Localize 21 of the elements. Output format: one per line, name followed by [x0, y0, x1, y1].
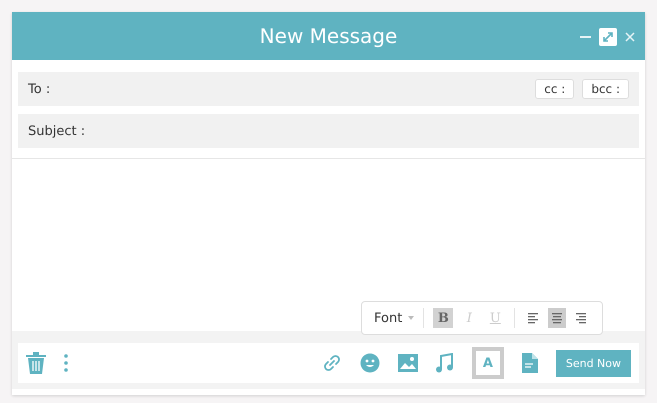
- input-field[interactable]: Subject :: [18, 114, 639, 148]
- smiley-icon[interactable]: [360, 353, 380, 373]
- text-style-button[interactable]: B: [433, 308, 454, 328]
- align-left-icon: [528, 312, 538, 324]
- image-icon[interactable]: [398, 354, 418, 372]
- maximize-icon[interactable]: [599, 28, 617, 46]
- trash-icon[interactable]: [26, 352, 46, 374]
- window-title: New Message: [260, 24, 398, 48]
- link-icon[interactable]: [322, 353, 342, 373]
- align-right-icon: [576, 312, 586, 324]
- music-note-icon[interactable]: [436, 353, 454, 373]
- recipient-button[interactable]: bcc :: [582, 79, 629, 99]
- align-center-icon: [552, 312, 562, 324]
- close-icon[interactable]: [625, 32, 635, 42]
- align-center-button[interactable]: [548, 308, 566, 328]
- more-options-icon[interactable]: [64, 354, 68, 372]
- document-icon[interactable]: [522, 353, 538, 373]
- recipient-button[interactable]: cc :: [535, 79, 574, 99]
- input-field[interactable]: To : cc : bcc :: [18, 72, 639, 106]
- caret-icon: [408, 316, 414, 320]
- font-dropdown[interactable]: Font: [374, 310, 402, 326]
